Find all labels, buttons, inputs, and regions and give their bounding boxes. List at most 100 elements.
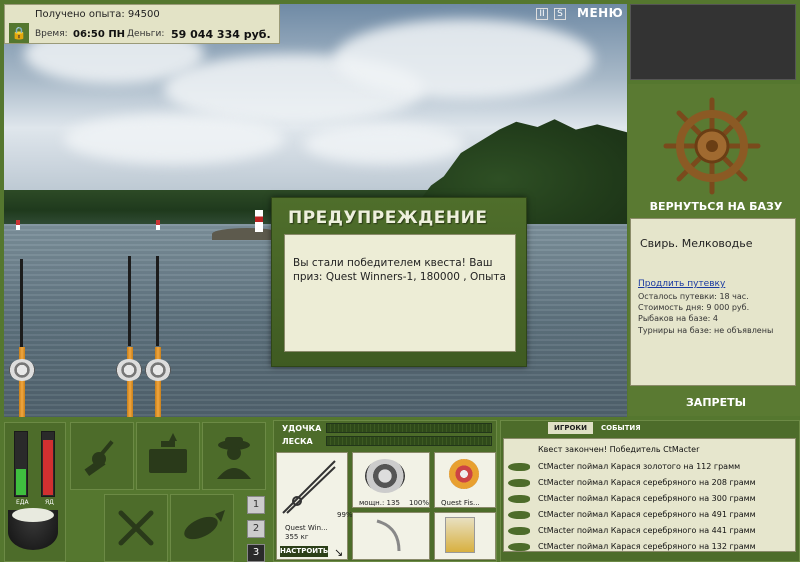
dialog-message: Вы стали победителем квеста! Ваш приз: Q… <box>293 257 506 283</box>
food-label: ЕДА <box>16 499 29 506</box>
rod-bar-label: УДОЧКА <box>282 424 322 433</box>
buoy <box>16 220 20 230</box>
expand-arrow-icon[interactable]: ↘ <box>334 546 343 559</box>
bans-button[interactable]: ЗАПРЕТЫ <box>646 396 786 409</box>
tournaments-status: Турниры на базе: не объявлены <box>638 326 774 335</box>
cloud <box>64 114 284 164</box>
page-1-button[interactable]: 1 <box>247 496 265 514</box>
rod-slot[interactable]: 99% Quest Win... 355 кг <box>276 452 353 560</box>
event-text: CtMacter поймал Карася серебряного на 13… <box>538 542 756 551</box>
ship-wheel-icon[interactable] <box>662 96 762 196</box>
pause-button[interactable]: II <box>536 8 548 20</box>
fish-icon <box>508 527 530 535</box>
money-label: Деньги: <box>127 29 165 39</box>
food-gauge-fill <box>16 468 26 495</box>
rod-wear: 99% <box>337 511 353 519</box>
lure-icon <box>376 519 401 552</box>
time-value: 06:50 ПН <box>73 29 126 40</box>
food-button[interactable] <box>104 494 168 562</box>
dialog-message-box[interactable]: Вы стали победителем квеста! Ваш приз: Q… <box>284 234 516 352</box>
anglers-count: Рыбаков на базе: 4 <box>638 314 718 323</box>
rod-tip <box>156 256 159 346</box>
event-text: CtMacter поймал Карася золотого на 112 г… <box>538 462 741 471</box>
time-label: Время: <box>35 29 68 39</box>
fish-icon <box>184 510 225 540</box>
experience-text: Получено опыта: 94500 <box>35 9 160 20</box>
lighthouse <box>255 210 263 232</box>
character-button[interactable] <box>202 422 266 490</box>
reel-icon <box>9 359 35 381</box>
poison-label: ЯД <box>45 499 54 506</box>
poison-gauge-fill <box>43 440 53 495</box>
line-tension-bar <box>326 436 492 446</box>
reel-icon <box>116 359 142 381</box>
rod-weight: 355 кг <box>285 533 309 541</box>
hook-slot[interactable] <box>352 512 430 560</box>
tab-events[interactable]: СОБЫТИЯ <box>595 422 647 434</box>
pot-foam <box>12 508 54 522</box>
fish-icon <box>508 495 530 503</box>
dialog-title: ПРЕДУПРЕЖДЕНИЕ <box>288 208 488 228</box>
line-slot[interactable]: Quest Fis... <box>434 452 496 508</box>
list-item: CtMacter поймал Карася серебряного на 49… <box>508 508 793 524</box>
list-item: CtMacter поймал Карася серебряного на 30… <box>508 492 793 508</box>
bait-pack-icon <box>445 517 475 553</box>
return-to-base-button[interactable]: ВЕРНУТЬСЯ НА БАЗУ <box>646 200 786 213</box>
money-value: 59 044 334 руб. <box>171 28 271 41</box>
fork-knife-icon <box>118 510 154 546</box>
fish-icon <box>508 543 530 551</box>
player-info-panel: 🔒 Получено опыта: 94500 Время: 06:50 ПН … <box>4 4 280 44</box>
events-header: Квест закончен! Победитель CtMacter <box>538 445 700 454</box>
list-item: CtMacter поймал Карася золотого на 112 г… <box>508 460 793 476</box>
bait-slot[interactable] <box>434 512 496 560</box>
minimap-panel <box>630 4 796 80</box>
game-window: 🔒 Получено опыта: 94500 Время: 06:50 ПН … <box>0 0 800 562</box>
extend-permit-link[interactable]: Продлить путевку <box>638 279 725 289</box>
reel-icon <box>145 359 171 381</box>
events-tabs: ИГРОКИ СОБЫТИЯ <box>548 422 647 434</box>
tackle-box-button[interactable] <box>136 422 200 490</box>
fishing-rod-1[interactable] <box>19 347 25 417</box>
list-item: CtMacter поймал Карася серебряного на 20… <box>508 476 793 492</box>
base-info-card: Свирь. Мелководье Продлить путевку Остал… <box>630 218 796 386</box>
buoy <box>156 220 160 230</box>
cloud <box>304 124 464 164</box>
rod-tip <box>20 259 23 349</box>
catch-button[interactable] <box>170 494 234 562</box>
event-text: CtMacter поймал Карася серебряного на 30… <box>538 494 756 503</box>
permit-remaining: Осталось путевки: 18 час. <box>638 292 749 301</box>
reel-slot[interactable]: мощн.: 135 100% <box>352 452 430 508</box>
lock-icon[interactable]: 🔒 <box>9 23 29 43</box>
line-name: Quest Fis... <box>441 499 480 507</box>
line-bar-label: ЛЕСКА <box>282 437 313 446</box>
rod-tension-bar <box>326 423 492 433</box>
page-2-button[interactable]: 2 <box>247 520 265 538</box>
fishing-rod-3[interactable] <box>155 347 161 417</box>
event-text: CtMacter поймал Карася серебряного на 49… <box>538 510 756 519</box>
menu-button[interactable]: МЕНЮ <box>577 6 623 20</box>
reel-icon <box>365 459 405 493</box>
fishing-tackle-icon <box>84 440 114 477</box>
tab-players[interactable]: ИГРОКИ <box>548 422 593 434</box>
list-item: CtMacter поймал Карася серебряного на 44… <box>508 524 793 540</box>
fish-icon <box>508 511 530 519</box>
rod-tip <box>128 256 131 346</box>
reel-wear: 100% <box>409 499 430 507</box>
fish-icon <box>508 463 530 471</box>
event-text: CtMacter поймал Карася серебряного на 20… <box>538 478 756 487</box>
tackle-button[interactable] <box>70 422 134 490</box>
day-cost: Стоимость дня: 9 000 руб. <box>638 303 750 312</box>
food-gauge <box>14 431 28 497</box>
list-item: CtMacter поймал Карася серебряного на 13… <box>508 540 793 556</box>
page-3-button[interactable]: 3 <box>247 544 265 562</box>
warning-dialog: ПРЕДУПРЕЖДЕНИЕ Вы стали победителем квес… <box>271 197 527 367</box>
location-name: Свирь. Мелководье <box>640 237 753 250</box>
rod-name: Quest Win... <box>285 524 328 532</box>
fish-icon <box>508 479 530 487</box>
fishing-rod-2[interactable] <box>127 347 133 417</box>
setup-button[interactable]: НАСТРОИТЬ <box>280 546 328 557</box>
sound-button[interactable]: S <box>554 8 566 20</box>
event-text: CtMacter поймал Карася серебряного на 44… <box>538 526 756 535</box>
tackle-box-icon <box>149 433 187 473</box>
reel-power: мощн.: 135 <box>359 499 400 507</box>
